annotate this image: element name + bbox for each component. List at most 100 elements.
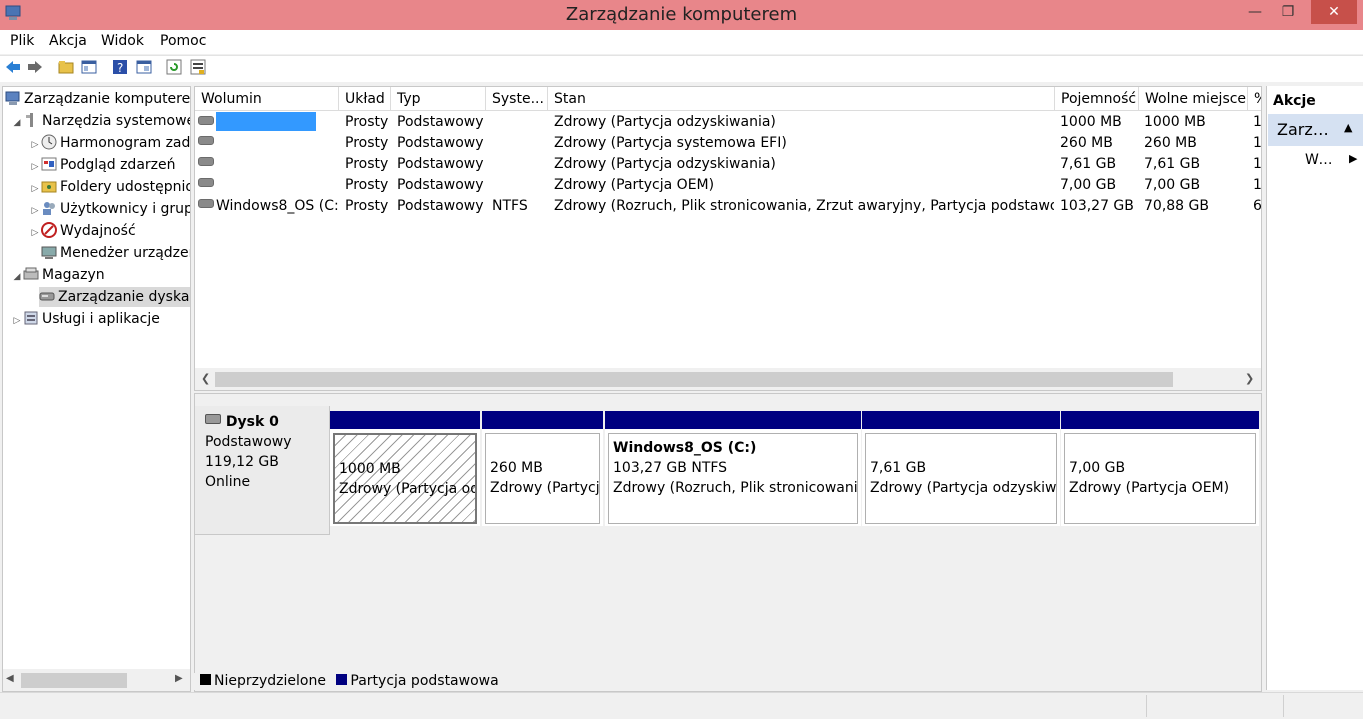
cell-capacity: 103,27 GB bbox=[1060, 198, 1134, 214]
list-horizontal-scrollbar[interactable]: ❮ ❯ bbox=[195, 368, 1261, 390]
tree-item-services[interactable]: ▷ Usługi i aplikacje bbox=[11, 309, 160, 329]
partition-size: 260 MB bbox=[490, 460, 543, 476]
partition-recovery-1[interactable]: 1000 MB Zdrowy (Partycja odzyskiwania) bbox=[330, 411, 480, 526]
collapse-up-icon[interactable]: ▲ bbox=[1344, 121, 1352, 134]
column-header-percent-free[interactable]: % bbox=[1248, 87, 1261, 111]
export-list-icon[interactable] bbox=[189, 58, 207, 76]
tree-item-task-scheduler[interactable]: ▷ Harmonogram zadań bbox=[29, 133, 190, 155]
tree-item-users[interactable]: ▷ Użytkownicy i grupy lokalne bbox=[29, 199, 190, 221]
tree-label: Użytkownicy i grupy lokalne bbox=[60, 201, 190, 217]
cell-status: Zdrowy (Partycja odzyskiwania) bbox=[554, 114, 776, 130]
cell-capacity: 7,61 GB bbox=[1060, 156, 1117, 172]
partition-oem[interactable]: 7,00 GB Zdrowy (Partycja OEM) bbox=[1061, 411, 1259, 526]
shared-folder-icon bbox=[41, 178, 57, 194]
tree-item-root[interactable]: Zarządzanie komputerem (lokalne) bbox=[5, 89, 190, 109]
table-row[interactable]: Prosty Podstawowy Zdrowy (Partycja odzyski… bbox=[195, 154, 1261, 175]
tree-item-system-tools[interactable]: ◢ Narzędzia systemowe bbox=[11, 111, 190, 133]
cell-free-space: 1000 MB bbox=[1144, 114, 1206, 130]
column-header-free-space[interactable]: Wolne miejsce bbox=[1139, 87, 1248, 111]
forward-arrow-icon[interactable] bbox=[26, 58, 44, 76]
tree-horizontal-scrollbar[interactable]: ◀ ▶ bbox=[3, 669, 190, 691]
properties-icon[interactable] bbox=[135, 58, 153, 76]
refresh-icon[interactable] bbox=[165, 58, 183, 76]
more-actions-label: Więcej akcji bbox=[1305, 152, 1333, 168]
partition-body: 7,61 GB Zdrowy (Partycja odzyskiwania) bbox=[865, 433, 1057, 524]
collapsed-triangle-icon[interactable]: ▷ bbox=[29, 201, 41, 221]
table-row[interactable]: Prosty Podstawowy Zdrowy (Partycja odzyski… bbox=[195, 112, 1261, 133]
collapsed-triangle-icon[interactable]: ▷ bbox=[29, 223, 41, 243]
legend: Nieprzydzielone Partycja podstawowa bbox=[194, 673, 1260, 690]
column-header-layout[interactable]: Układ bbox=[339, 87, 391, 111]
table-row[interactable]: Prosty Podstawowy Zdrowy (Partycja systemo… bbox=[195, 133, 1261, 154]
menu-pomoc[interactable]: Pomoc bbox=[160, 33, 206, 49]
collapsed-triangle-icon[interactable]: ▷ bbox=[29, 179, 41, 199]
partition-status: Zdrowy (Partycja odzyskiwania) bbox=[870, 480, 1057, 496]
tree-item-performance[interactable]: ▷ Wydajność bbox=[29, 221, 136, 241]
scroll-left-icon[interactable]: ◀ bbox=[6, 673, 14, 684]
collapsed-triangle-icon[interactable]: ▷ bbox=[29, 135, 41, 155]
volume-icon bbox=[198, 157, 214, 166]
cell-volume bbox=[198, 112, 339, 133]
menu-widok[interactable]: Widok bbox=[101, 33, 144, 49]
tree-item-shared-folders[interactable]: ▷ Foldery udostępnione bbox=[29, 177, 190, 199]
partition-efi[interactable]: 260 MB Zdrowy (Partycja systemowa EFI) bbox=[482, 411, 603, 526]
more-actions-item[interactable]: Więcej akcji ▶ bbox=[1305, 152, 1359, 172]
tree-item-storage[interactable]: ◢ Magazyn bbox=[11, 265, 105, 285]
event-viewer-icon bbox=[41, 156, 57, 172]
column-header-volume[interactable]: Wolumin bbox=[195, 87, 339, 111]
clock-icon bbox=[41, 134, 57, 150]
scroll-right-icon[interactable]: ❯ bbox=[1245, 372, 1254, 385]
cell-filesystem bbox=[492, 112, 548, 133]
partition-title bbox=[339, 439, 475, 459]
column-header-status[interactable]: Stan bbox=[548, 87, 1055, 111]
tree-label: Menedżer urządzeń bbox=[60, 245, 191, 261]
scroll-thumb[interactable] bbox=[21, 673, 127, 688]
table-row[interactable]: Windows8_OS (C:) Prosty Podstawowy NTFS Zdro… bbox=[195, 196, 1261, 217]
cell-percent-free: 69 % bbox=[1253, 196, 1261, 217]
collapsed-triangle-icon[interactable]: ▷ bbox=[11, 311, 23, 331]
tree-label: Foldery udostępnione bbox=[60, 179, 190, 195]
partition-bar bbox=[482, 411, 603, 429]
disk-0-info[interactable]: Dysk 0 Podstawowy 119,12 GB Online bbox=[195, 406, 330, 535]
close-button[interactable]: ✕ bbox=[1311, 0, 1357, 24]
expanded-triangle-icon[interactable]: ◢ bbox=[11, 113, 23, 133]
maximize-button[interactable]: ❐ bbox=[1266, 0, 1310, 24]
tree-item-disk-management[interactable]: Zarządzanie dyskami bbox=[39, 287, 190, 307]
scroll-left-icon[interactable]: ❮ bbox=[201, 372, 210, 385]
cell-filesystem bbox=[492, 175, 548, 196]
tree-item-event-viewer[interactable]: ▷ Podgląd zdarzeń bbox=[29, 155, 176, 175]
cell-status: Zdrowy (Partycja odzyskiwania) bbox=[554, 156, 776, 172]
partition-bar bbox=[862, 411, 1060, 429]
column-header-type[interactable]: Typ bbox=[391, 87, 486, 111]
legend-primary: Partycja podstawowa bbox=[350, 673, 499, 689]
expanded-triangle-icon[interactable]: ◢ bbox=[11, 267, 23, 287]
show-tree-icon[interactable] bbox=[80, 58, 98, 76]
partition-bar bbox=[1061, 411, 1259, 429]
partition-title: Windows8_OS (C:) bbox=[613, 440, 757, 456]
up-folder-icon[interactable] bbox=[57, 58, 75, 76]
column-header-filesystem[interactable]: Syste... bbox=[486, 87, 548, 111]
scroll-right-icon[interactable]: ▶ bbox=[175, 673, 183, 684]
menu-plik[interactable]: Plik bbox=[10, 33, 34, 49]
partition-size: 7,00 GB bbox=[1069, 460, 1126, 476]
cell-free-space: 260 MB bbox=[1144, 135, 1197, 151]
partition-windows-c[interactable]: Windows8_OS (C:) 103,27 GB NTFS Zdrowy (… bbox=[605, 411, 861, 526]
help-icon[interactable]: ? bbox=[111, 58, 129, 76]
partition-title bbox=[870, 438, 1056, 458]
disk-state: Online bbox=[205, 474, 251, 490]
partition-status: Zdrowy (Partycja odzyskiwania) bbox=[339, 481, 475, 497]
tree-item-device-manager[interactable]: Menedżer urządzeń bbox=[41, 243, 191, 263]
partition-body: Windows8_OS (C:) 103,27 GB NTFS Zdrowy (… bbox=[608, 433, 858, 524]
partition-recovery-2[interactable]: 7,61 GB Zdrowy (Partycja odzyskiwania) bbox=[862, 411, 1060, 526]
partition-size: 103,27 GB NTFS bbox=[613, 460, 728, 476]
menu-akcja[interactable]: Akcja bbox=[49, 33, 87, 49]
collapsed-triangle-icon[interactable]: ▷ bbox=[29, 157, 41, 177]
actions-section[interactable]: Zarządzanie dyskami ▲ bbox=[1268, 114, 1363, 146]
performance-icon bbox=[41, 222, 57, 238]
column-header-capacity[interactable]: Pojemność bbox=[1055, 87, 1139, 111]
scroll-thumb[interactable] bbox=[215, 372, 1173, 387]
disk-name: Dysk 0 bbox=[205, 414, 279, 430]
primary-swatch-icon bbox=[336, 674, 348, 685]
back-arrow-icon[interactable] bbox=[4, 58, 22, 76]
table-row[interactable]: Prosty Podstawowy Zdrowy (Partycja OEM) 7,0… bbox=[195, 175, 1261, 196]
